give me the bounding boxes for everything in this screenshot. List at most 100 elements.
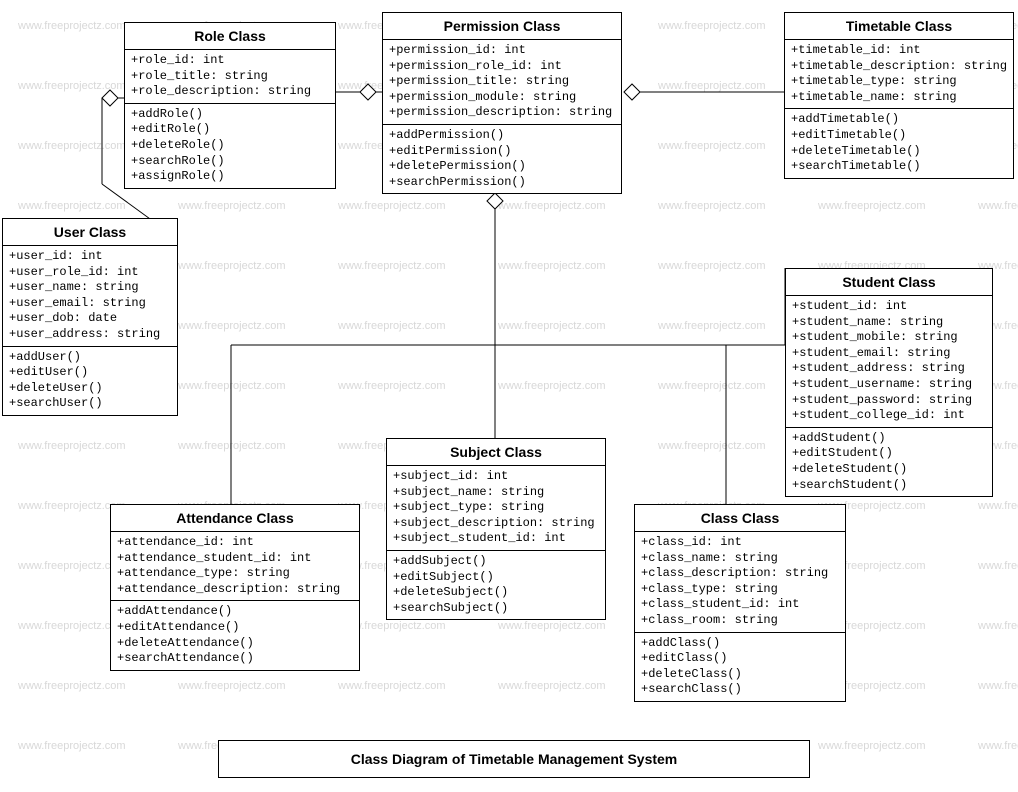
class-ops: +addPermission()+editPermission()+delete… <box>383 125 621 193</box>
class-member: +role_description: string <box>131 84 329 100</box>
class-member: +addAttendance() <box>117 604 353 620</box>
class-member: +user_address: string <box>9 327 171 343</box>
class-member: +attendance_type: string <box>117 566 353 582</box>
class-member: +student_address: string <box>792 361 986 377</box>
class-user: User Class +user_id: int+user_role_id: i… <box>2 218 178 416</box>
watermark-text: www.freeprojectz.com <box>978 620 1018 632</box>
class-member: +student_email: string <box>792 346 986 362</box>
class-member: +timetable_name: string <box>791 90 1007 106</box>
watermark-text: www.freeprojectz.com <box>338 680 446 692</box>
class-member: +searchRole() <box>131 154 329 170</box>
class-attrs: +timetable_id: int+timetable_description… <box>785 40 1013 109</box>
class-member: +deleteUser() <box>9 381 171 397</box>
class-member: +searchClass() <box>641 682 839 698</box>
class-member: +class_student_id: int <box>641 597 839 613</box>
class-member: +role_title: string <box>131 69 329 85</box>
class-title: User Class <box>3 219 177 246</box>
class-student: Student Class +student_id: int+student_n… <box>785 268 993 497</box>
class-member: +searchTimetable() <box>791 159 1007 175</box>
watermark-text: www.freeprojectz.com <box>818 200 926 212</box>
class-member: +class_description: string <box>641 566 839 582</box>
class-member: +attendance_student_id: int <box>117 551 353 567</box>
class-member: +subject_student_id: int <box>393 531 599 547</box>
class-title: Attendance Class <box>111 505 359 532</box>
watermark-text: www.freeprojectz.com <box>818 740 926 752</box>
watermark-text: www.freeprojectz.com <box>338 260 446 272</box>
class-member: +editAttendance() <box>117 620 353 636</box>
class-member: +editRole() <box>131 122 329 138</box>
class-ops: +addStudent()+editStudent()+deleteStuden… <box>786 428 992 496</box>
class-member: +deleteClass() <box>641 667 839 683</box>
class-member: +student_id: int <box>792 299 986 315</box>
class-member: +editClass() <box>641 651 839 667</box>
class-member: +addTimetable() <box>791 112 1007 128</box>
class-member: +searchUser() <box>9 396 171 412</box>
class-member: +student_password: string <box>792 393 986 409</box>
class-member: +class_type: string <box>641 582 839 598</box>
class-member: +searchStudent() <box>792 478 986 494</box>
class-ops: +addAttendance()+editAttendance()+delete… <box>111 601 359 669</box>
watermark-text: www.freeprojectz.com <box>978 500 1018 512</box>
watermark-text: www.freeprojectz.com <box>18 20 126 32</box>
watermark-text: www.freeprojectz.com <box>178 320 286 332</box>
class-timetable: Timetable Class +timetable_id: int+timet… <box>784 12 1014 179</box>
class-subject: Subject Class +subject_id: int+subject_n… <box>386 438 606 620</box>
class-permission: Permission Class +permission_id: int+per… <box>382 12 622 194</box>
diagram-title: Class Diagram of Timetable Management Sy… <box>218 740 810 778</box>
watermark-text: www.freeprojectz.com <box>658 320 766 332</box>
class-member: +deletePermission() <box>389 159 615 175</box>
class-member: +deleteStudent() <box>792 462 986 478</box>
class-member: +searchAttendance() <box>117 651 353 667</box>
class-ops: +addRole()+editRole()+deleteRole()+searc… <box>125 104 335 188</box>
class-member: +editSubject() <box>393 570 599 586</box>
class-title: Timetable Class <box>785 13 1013 40</box>
watermark-text: www.freeprojectz.com <box>498 680 606 692</box>
class-title: Permission Class <box>383 13 621 40</box>
class-member: +searchPermission() <box>389 175 615 191</box>
watermark-text: www.freeprojectz.com <box>178 680 286 692</box>
class-attrs: +role_id: int+role_title: string+role_de… <box>125 50 335 104</box>
class-member: +role_id: int <box>131 53 329 69</box>
class-member: +student_mobile: string <box>792 330 986 346</box>
class-member: +addUser() <box>9 350 171 366</box>
class-member: +deleteTimetable() <box>791 144 1007 160</box>
watermark-text: www.freeprojectz.com <box>658 80 766 92</box>
class-member: +editStudent() <box>792 446 986 462</box>
class-member: +addSubject() <box>393 554 599 570</box>
watermark-text: www.freeprojectz.com <box>338 320 446 332</box>
class-member: +deleteRole() <box>131 138 329 154</box>
class-role: Role Class +role_id: int+role_title: str… <box>124 22 336 189</box>
watermark-text: www.freeprojectz.com <box>978 200 1018 212</box>
class-member: +student_name: string <box>792 315 986 331</box>
class-title: Role Class <box>125 23 335 50</box>
class-member: +searchSubject() <box>393 601 599 617</box>
watermark-text: www.freeprojectz.com <box>498 260 606 272</box>
class-member: +permission_module: string <box>389 90 615 106</box>
watermark-text: www.freeprojectz.com <box>498 200 606 212</box>
class-member: +editPermission() <box>389 144 615 160</box>
class-title: Subject Class <box>387 439 605 466</box>
class-member: +editUser() <box>9 365 171 381</box>
class-attendance: Attendance Class +attendance_id: int+att… <box>110 504 360 671</box>
class-member: +addClass() <box>641 636 839 652</box>
watermark-text: www.freeprojectz.com <box>658 380 766 392</box>
class-member: +class_room: string <box>641 613 839 629</box>
class-member: +class_name: string <box>641 551 839 567</box>
watermark-text: www.freeprojectz.com <box>658 260 766 272</box>
diagram-title-text: Class Diagram of Timetable Management Sy… <box>351 751 678 767</box>
watermark-text: www.freeprojectz.com <box>18 140 126 152</box>
class-member: +timetable_type: string <box>791 74 1007 90</box>
class-attrs: +attendance_id: int+attendance_student_i… <box>111 532 359 601</box>
class-attrs: +user_id: int+user_role_id: int+user_nam… <box>3 246 177 347</box>
watermark-text: www.freeprojectz.com <box>338 380 446 392</box>
class-title: Class Class <box>635 505 845 532</box>
class-attrs: +class_id: int+class_name: string+class_… <box>635 532 845 633</box>
watermark-text: www.freeprojectz.com <box>178 440 286 452</box>
class-member: +user_email: string <box>9 296 171 312</box>
watermark-text: www.freeprojectz.com <box>498 380 606 392</box>
class-ops: +addClass()+editClass()+deleteClass()+se… <box>635 633 845 701</box>
class-member: +attendance_description: string <box>117 582 353 598</box>
class-ops: +addTimetable()+editTimetable()+deleteTi… <box>785 109 1013 177</box>
class-member: +student_username: string <box>792 377 986 393</box>
class-member: +addStudent() <box>792 431 986 447</box>
